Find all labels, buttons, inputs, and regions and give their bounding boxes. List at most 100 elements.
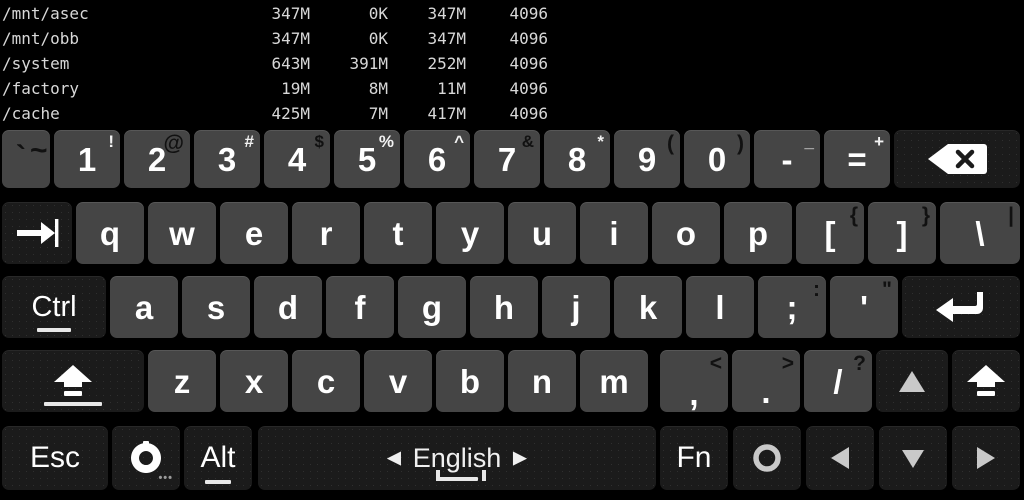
key-g-label: g <box>421 288 443 326</box>
key-ctrl[interactable]: Ctrl <box>2 276 106 338</box>
key-c[interactable]: c <box>292 350 360 412</box>
table-row: /mnt/obb 347M 0K 347M 4096 <box>0 26 1024 51</box>
key-arrow-down[interactable] <box>879 426 947 490</box>
key-fn[interactable]: Fn <box>660 426 728 490</box>
key-enter[interactable] <box>902 276 1020 338</box>
key-alt[interactable]: Alt <box>184 426 252 490</box>
key-f-label: f <box>354 288 366 326</box>
key-i[interactable]: i <box>580 202 648 264</box>
key-b[interactable]: b <box>436 350 504 412</box>
key-z[interactable]: z <box>148 350 216 412</box>
key-v-label: v <box>388 362 408 400</box>
key-arrow-right[interactable] <box>952 426 1020 490</box>
key-w[interactable]: w <box>148 202 216 264</box>
key-5[interactable]: 5 % <box>334 130 400 188</box>
key-1-label: 1 <box>77 140 97 178</box>
mount-path: /mnt/asec <box>2 4 89 23</box>
key-g[interactable]: g <box>398 276 466 338</box>
key-d[interactable]: d <box>254 276 322 338</box>
key-arrow-up[interactable] <box>876 350 948 412</box>
key-shift-left[interactable] <box>2 350 144 412</box>
key-t[interactable]: t <box>364 202 432 264</box>
key-n-label: n <box>531 362 553 400</box>
key-bracket-right-label: ] <box>896 214 908 252</box>
key-4[interactable]: 4 $ <box>264 130 330 188</box>
key-e[interactable]: e <box>220 202 288 264</box>
circle-icon <box>751 442 783 474</box>
key-a[interactable]: a <box>110 276 178 338</box>
on-screen-keyboard[interactable]: ` ~ 1 ! 2 @ 3 # 4 $ 5 % 6 ^ 7 & 8 * 9 (… <box>0 126 1024 500</box>
key-bracket-right[interactable]: ] } <box>868 202 936 264</box>
key-0[interactable]: 0 ) <box>684 130 750 188</box>
key-h[interactable]: h <box>470 276 538 338</box>
key-6[interactable]: 6 ^ <box>404 130 470 188</box>
key-semicolon[interactable]: ; : <box>758 276 826 338</box>
next-language-icon[interactable]: ▶ <box>513 448 526 468</box>
key-tab[interactable] <box>2 202 72 264</box>
key-7[interactable]: 7 & <box>474 130 540 188</box>
key-question-label: ? <box>853 352 866 375</box>
key-9-shift-label: ( <box>667 132 674 155</box>
key-slash[interactable]: / ? <box>804 350 872 412</box>
key-5-label: 5 <box>357 140 377 178</box>
key-shift-right[interactable] <box>952 350 1020 412</box>
key-1[interactable]: 1 ! <box>54 130 120 188</box>
key-period[interactable]: . > <box>732 350 800 412</box>
key-backslash-label: \ <box>975 214 985 252</box>
key-settings[interactable]: ••• <box>112 426 180 490</box>
key-o-label: o <box>675 214 697 252</box>
key-equals[interactable]: = + <box>824 130 890 188</box>
key-k-label: k <box>638 288 658 326</box>
key-esc[interactable]: Esc <box>2 426 108 490</box>
key-q[interactable]: q <box>76 202 144 264</box>
shift-icon <box>50 362 96 400</box>
key-f[interactable]: f <box>326 276 394 338</box>
key-i-label: i <box>609 214 619 252</box>
key-9[interactable]: 9 ( <box>614 130 680 188</box>
key-backspace[interactable] <box>894 130 1020 188</box>
key-backslash[interactable]: \ | <box>940 202 1020 264</box>
mount-size: 643M <box>271 54 310 73</box>
mount-free: 11M <box>437 79 466 98</box>
key-j[interactable]: j <box>542 276 610 338</box>
alt-state-indicator <box>205 480 231 484</box>
key-m[interactable]: m <box>580 350 648 412</box>
key-e-label: e <box>244 214 264 252</box>
key-p[interactable]: p <box>724 202 792 264</box>
key-grave-tilde[interactable]: ` ~ <box>2 130 50 188</box>
key-esc-label: Esc <box>29 441 80 474</box>
key-apostrophe-label: ' <box>860 288 868 326</box>
prev-language-icon[interactable]: ◀ <box>388 448 401 468</box>
key-minus-shift-label: _ <box>804 132 814 151</box>
key-2[interactable]: 2 @ <box>124 130 190 188</box>
key-8[interactable]: 8 * <box>544 130 610 188</box>
table-row: /cache 425M 7M 417M 4096 <box>0 101 1024 126</box>
keyboard-row-top: q w e r t y u i o p [ {]} \ | <box>0 198 1024 272</box>
key-comma[interactable]: , < <box>660 350 728 412</box>
key-0-label: 0 <box>707 140 727 178</box>
key-arrow-left[interactable] <box>806 426 874 490</box>
key-fn-label: Fn <box>676 441 712 474</box>
key-bracket-left[interactable]: [ { <box>796 202 864 264</box>
key-k[interactable]: k <box>614 276 682 338</box>
key-x[interactable]: x <box>220 350 288 412</box>
arrow-left-icon <box>824 442 856 474</box>
key-minus[interactable]: - _ <box>754 130 820 188</box>
key-l[interactable]: l <box>686 276 754 338</box>
mount-free: 347M <box>427 29 466 48</box>
key-u[interactable]: u <box>508 202 576 264</box>
key-3[interactable]: 3 # <box>194 130 260 188</box>
key-spacebar[interactable]: ◀ English ▶ <box>258 426 656 490</box>
key-o[interactable]: o <box>652 202 720 264</box>
key-n[interactable]: n <box>508 350 576 412</box>
key-pipe-label: | <box>1008 204 1014 227</box>
key-apostrophe[interactable]: ' " <box>830 276 898 338</box>
key-v[interactable]: v <box>364 350 432 412</box>
key-r[interactable]: r <box>292 202 360 264</box>
key-a-label: a <box>134 288 154 326</box>
mount-path: /mnt/obb <box>2 29 80 48</box>
keyboard-row-home: Ctrl a s d f g h j k l ; : ' " <box>0 272 1024 346</box>
key-y[interactable]: y <box>436 202 504 264</box>
key-s[interactable]: s <box>182 276 250 338</box>
key-home[interactable] <box>733 426 801 490</box>
